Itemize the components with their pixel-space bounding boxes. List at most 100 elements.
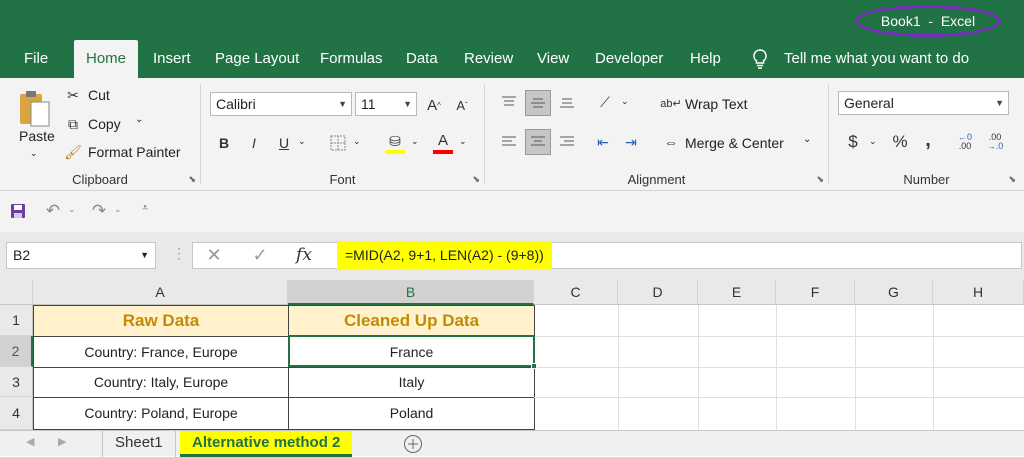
italic-button[interactable]: I <box>243 131 265 155</box>
redo-chevron-icon[interactable]: ⌄ <box>114 204 122 215</box>
bold-button[interactable]: B <box>213 131 235 155</box>
row-header-2[interactable]: 2 <box>0 336 33 367</box>
font-launcher-icon[interactable]: ⬊ <box>472 174 480 185</box>
cut-button[interactable]: Cut <box>88 87 110 103</box>
formula-input-area[interactable] <box>192 242 1022 269</box>
cancel-icon[interactable]: ✕ <box>204 245 224 265</box>
tab-help[interactable]: Help <box>690 40 721 78</box>
tab-view[interactable]: View <box>537 40 569 78</box>
borders-chevron-icon[interactable]: ⌄ <box>353 136 361 147</box>
scroll-right-icon[interactable]: ▶ <box>58 435 66 448</box>
column-header-c[interactable]: C <box>534 280 618 305</box>
bottom-align-icon[interactable] <box>555 90 579 114</box>
font-size-dropdown[interactable]: 11 ▼ <box>355 92 417 116</box>
font-name-dropdown[interactable]: Calibri ▼ <box>210 92 352 116</box>
tab-file[interactable]: File <box>24 40 48 78</box>
fill-handle[interactable] <box>531 363 537 369</box>
currency-button[interactable]: $ <box>843 130 863 154</box>
decrease-indent-icon[interactable]: ⇤ <box>591 130 615 154</box>
number-format-dropdown[interactable]: General ▼ <box>838 91 1009 115</box>
row-header-4[interactable]: 4 <box>0 397 33 430</box>
clipboard-launcher-icon[interactable]: ⬊ <box>188 174 196 185</box>
tab-data[interactable]: Data <box>406 40 438 78</box>
customize-qat-icon[interactable]: ⩡ <box>142 202 148 215</box>
tab-page-layout[interactable]: Page Layout <box>215 40 299 78</box>
column-header-b[interactable]: B <box>288 280 534 305</box>
font-color-chevron-icon[interactable]: ⌄ <box>459 136 467 147</box>
select-all-button[interactable] <box>0 280 33 305</box>
format-painter-button[interactable]: Format Painter <box>88 144 181 160</box>
window-title: Book1 - Excel <box>855 5 1001 37</box>
align-center-icon[interactable] <box>525 129 551 155</box>
undo-chevron-icon[interactable]: ⌄ <box>68 204 76 215</box>
column-header-h[interactable]: H <box>933 280 1024 305</box>
name-box[interactable]: B2 ▼ <box>6 242 156 269</box>
column-header-a[interactable]: A <box>33 280 288 305</box>
tab-formulas[interactable]: Formulas <box>320 40 383 78</box>
fill-color-chevron-icon[interactable]: ⌄ <box>411 136 419 147</box>
increase-indent-icon[interactable]: ⇥ <box>619 130 643 154</box>
orientation-icon[interactable]: ⟋ <box>593 90 617 114</box>
currency-chevron-icon[interactable]: ⌄ <box>869 136 877 147</box>
cell-b4[interactable]: Poland <box>288 397 535 430</box>
worksheet-grid[interactable]: A B C D E F G H 1 2 3 4 Raw Data Cleaned… <box>0 280 1024 430</box>
paste-icon[interactable] <box>14 86 54 130</box>
increase-font-size-icon[interactable]: A ^ <box>423 94 445 116</box>
formula-text[interactable]: =MID(A2, 9+1, LEN(A2) - (9+8)) <box>337 241 552 270</box>
cell-b3[interactable]: Italy <box>288 367 535 398</box>
copy-chevron-icon[interactable]: ⌄ <box>135 114 143 125</box>
insert-function-button[interactable]: fx <box>292 245 316 265</box>
new-sheet-icon[interactable] <box>402 434 424 454</box>
underline-chevron-icon[interactable]: ⌄ <box>298 136 306 147</box>
sheet-tab-sheet1[interactable]: Sheet1 <box>102 431 176 457</box>
merge-center-button[interactable]: Merge & Center <box>685 135 784 151</box>
scroll-left-icon[interactable]: ◀ <box>26 435 34 448</box>
column-header-e[interactable]: E <box>698 280 776 305</box>
column-header-f[interactable]: F <box>776 280 855 305</box>
save-icon[interactable] <box>8 201 28 221</box>
top-align-icon[interactable] <box>497 90 521 114</box>
decrease-font-size-icon[interactable]: Aˇ <box>451 94 473 116</box>
copy-button[interactable]: Copy <box>88 116 121 132</box>
paste-button[interactable]: Paste <box>19 128 55 144</box>
orientation-chevron-icon[interactable]: ⌄ <box>621 96 629 107</box>
alignment-launcher-icon[interactable]: ⬊ <box>816 174 824 185</box>
redo-icon[interactable]: ↷ <box>88 201 110 221</box>
cell-b1[interactable]: Cleaned Up Data <box>288 305 535 337</box>
tab-home[interactable]: Home <box>74 40 139 78</box>
wrap-text-button[interactable]: Wrap Text <box>685 96 748 112</box>
tab-insert[interactable]: Insert <box>153 40 191 78</box>
decrease-decimal-icon[interactable]: .00 →.0 <box>983 130 1007 154</box>
row-header-3[interactable]: 3 <box>0 367 33 397</box>
tell-me-search[interactable]: Tell me what you want to do <box>784 40 969 78</box>
enter-icon[interactable]: ✓ <box>250 245 270 265</box>
cell-b2[interactable]: France <box>288 336 535 368</box>
borders-icon[interactable] <box>327 131 349 155</box>
sheet-tab-alternative-method-2[interactable]: Alternative method 2 <box>180 431 353 457</box>
undo-icon[interactable]: ↶ <box>42 201 64 221</box>
cell-a3[interactable]: Country: Italy, Europe <box>33 367 289 398</box>
number-launcher-icon[interactable]: ⬊ <box>1008 174 1016 185</box>
comma-button[interactable]: , <box>919 128 937 152</box>
formula-bar-splitter-icon[interactable]: ⋮ <box>172 245 186 262</box>
row-header-1[interactable]: 1 <box>0 305 33 336</box>
cell-a2[interactable]: Country: France, Europe <box>33 336 289 368</box>
underline-button[interactable]: U <box>273 131 295 155</box>
cell-a4[interactable]: Country: Poland, Europe <box>33 397 289 430</box>
sheet-tab-bar: ◀ ▶ Sheet1 Alternative method 2 <box>0 430 1024 457</box>
tab-developer[interactable]: Developer <box>595 40 663 78</box>
increase-decimal-icon[interactable]: ←0.00 <box>953 130 977 154</box>
chevron-down-icon: ▼ <box>338 99 347 109</box>
cell-a1[interactable]: Raw Data <box>33 305 289 337</box>
paste-chevron-icon[interactable]: ⌄ <box>30 148 38 159</box>
column-header-g[interactable]: G <box>855 280 933 305</box>
merge-chevron-icon[interactable]: ⌄ <box>803 134 811 145</box>
column-header-d[interactable]: D <box>618 280 698 305</box>
font-color-icon[interactable]: A <box>431 129 455 157</box>
align-left-icon[interactable] <box>497 130 521 154</box>
percent-button[interactable]: % <box>889 130 911 154</box>
fill-color-icon[interactable]: ⛁ <box>383 129 407 157</box>
align-right-icon[interactable] <box>555 130 579 154</box>
tab-review[interactable]: Review <box>464 40 513 78</box>
middle-align-icon[interactable] <box>525 90 551 116</box>
